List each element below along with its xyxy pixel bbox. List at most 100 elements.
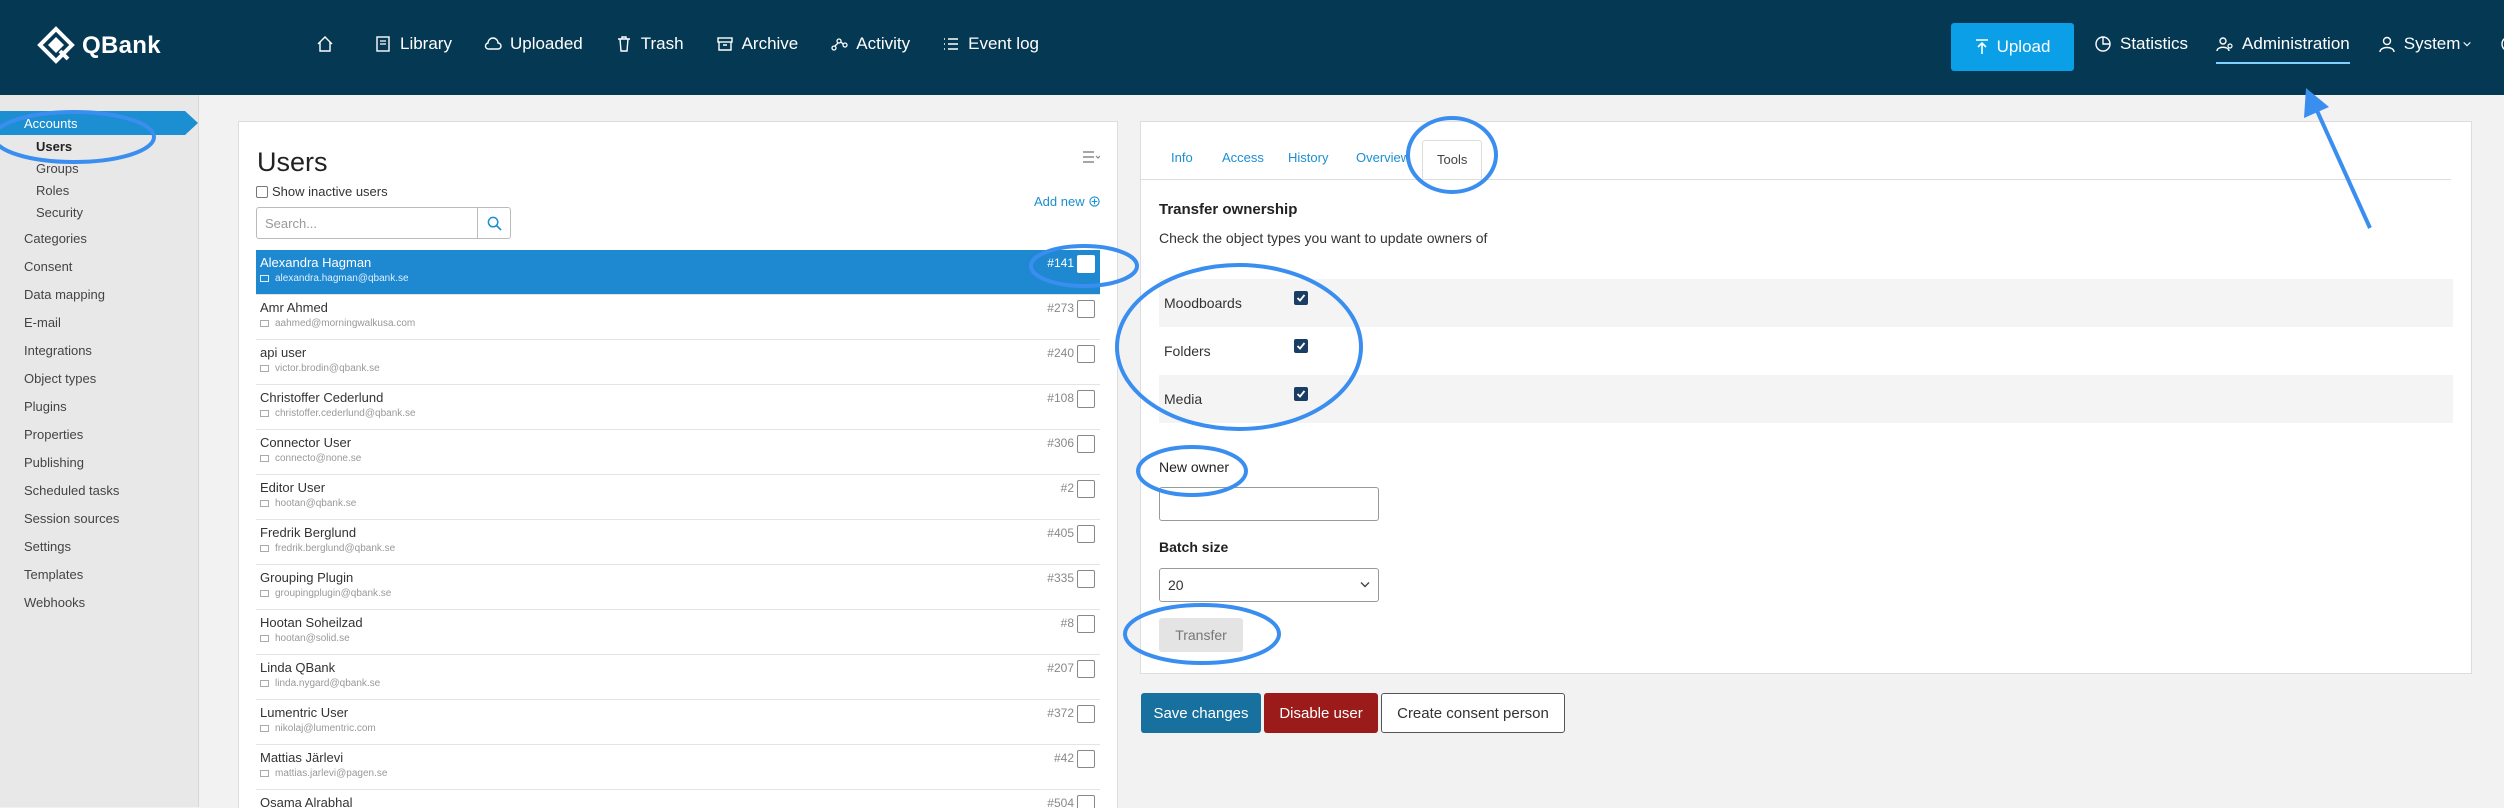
nav-administration[interactable]: Administration [2216,34,2350,64]
object-type-label: Moodboards [1164,295,1242,311]
user-id: #335 [1047,571,1074,585]
sidebar-item-consent[interactable]: Consent [24,259,72,274]
tab-overview[interactable]: Overview [1356,150,1410,165]
user-row[interactable]: Lumentric User nikolaj@lumentric.com #37… [256,700,1100,745]
user-email: fredrik.berglund@qbank.se [260,543,395,554]
transfer-button[interactable]: Transfer [1159,618,1243,652]
sidebar-item-webhooks[interactable]: Webhooks [24,595,85,610]
upload-button[interactable]: Upload [1951,23,2074,71]
show-inactive-toggle[interactable]: Show inactive users [256,184,388,199]
user-email-text: nikolaj@lumentric.com [275,723,376,734]
search-button[interactable] [478,207,511,239]
sidebar-item-session-sources[interactable]: Session sources [24,511,119,526]
help-button[interactable] [2500,35,2504,53]
tab-info[interactable]: Info [1171,150,1193,165]
user-select-checkbox[interactable] [1077,255,1095,273]
add-new-user-link[interactable]: Add new [1034,194,1100,209]
user-select-checkbox[interactable] [1077,570,1095,588]
chevron-down-icon [2463,41,2472,47]
folders-checkbox[interactable] [1294,339,1308,353]
sidebar-item-settings[interactable]: Settings [24,539,71,554]
user-select-checkbox[interactable] [1077,750,1095,768]
sort-menu-icon[interactable] [1082,150,1100,164]
tab-tools[interactable]: Tools [1422,140,1483,179]
user-select-checkbox[interactable] [1077,795,1095,808]
user-name: Connector User [260,435,352,450]
user-id: #405 [1047,526,1074,540]
user-email-text: connecto@none.se [275,453,362,464]
tab-history[interactable]: History [1288,150,1328,165]
nav-library-label: Library [400,34,452,53]
sidebar-item-accounts[interactable]: Accounts [0,111,198,135]
sidebar-subitem-security[interactable]: Security [36,205,83,220]
user-select-checkbox[interactable] [1077,345,1095,363]
user-row[interactable]: Editor User hootan@qbank.se #2 [256,475,1100,520]
nav-statistics[interactable]: Statistics [2094,34,2188,54]
user-row[interactable]: Osama Alrabhal #504 [256,790,1100,808]
nav-event-log[interactable]: Event log [942,34,1039,54]
user-row[interactable]: Connector User connecto@none.se #306 [256,430,1100,475]
user-select-checkbox[interactable] [1077,390,1095,408]
sidebar-item-properties[interactable]: Properties [24,427,83,442]
user-row[interactable]: Hootan Soheilzad hootan@solid.se #8 [256,610,1100,655]
user-row[interactable]: Christoffer Cederlund christoffer.cederl… [256,385,1100,430]
user-detail-panel: Info Access History Overview Tools Trans… [1140,121,2472,674]
sidebar-item-plugins[interactable]: Plugins [24,399,67,414]
upload-label: Upload [1996,37,2051,56]
sidebar-item-categories[interactable]: Categories [24,231,87,246]
sidebar-item-scheduled-tasks[interactable]: Scheduled tasks [24,483,119,498]
user-row[interactable]: Fredrik Berglund fredrik.berglund@qbank.… [256,520,1100,565]
user-select-checkbox[interactable] [1077,660,1095,678]
users-panel: Users Show inactive users Add new Alexan… [238,121,1118,808]
tab-access[interactable]: Access [1222,150,1264,165]
add-new-label: Add new [1034,194,1085,209]
logo[interactable]: QBank [36,26,161,66]
sidebar-item-email[interactable]: E-mail [24,315,61,330]
user-row[interactable]: Amr Ahmed aahmed@morningwalkusa.com #273 [256,295,1100,340]
nav-statistics-label: Statistics [2120,34,2189,53]
nav-library[interactable]: Library [374,34,452,54]
detail-tabs: Info Access History Overview Tools [1141,140,2451,180]
sidebar-subitem-users[interactable]: Users [36,139,72,154]
batch-size-label: Batch size [1159,539,1229,555]
user-select-checkbox[interactable] [1077,615,1095,633]
user-select-checkbox[interactable] [1077,480,1095,498]
nav-trash[interactable]: Trash [615,34,684,54]
user-row[interactable]: Linda QBank linda.nygard@qbank.se #207 [256,655,1100,700]
sidebar-item-object-types[interactable]: Object types [24,371,96,386]
show-inactive-checkbox[interactable] [256,185,268,198]
user-select-checkbox[interactable] [1077,525,1095,543]
new-owner-input[interactable] [1159,487,1379,521]
sidebar-subitem-groups[interactable]: Groups [36,161,79,176]
user-row[interactable]: Alexandra Hagman alexandra.hagman@qbank.… [256,250,1100,295]
top-navigation-bar: QBank Library Uploaded Trash Archive Act… [0,0,2504,95]
sidebar-item-templates[interactable]: Templates [24,567,83,582]
media-checkbox[interactable] [1294,387,1308,401]
nav-archive[interactable]: Archive [716,34,798,54]
user-id: #42 [1053,751,1074,765]
mail-icon [260,545,269,552]
user-select-checkbox[interactable] [1077,435,1095,453]
batch-size-select[interactable]: 20 [1159,568,1379,602]
user-row[interactable]: Mattias Järlevi mattias.jarlevi@pagen.se… [256,745,1100,790]
nav-uploaded[interactable]: Uploaded [484,34,583,54]
nav-system[interactable]: System [2378,34,2473,54]
save-changes-button[interactable]: Save changes [1141,693,1261,733]
sidebar-item-integrations[interactable]: Integrations [24,343,92,358]
user-select-checkbox[interactable] [1077,705,1095,723]
user-row[interactable]: Grouping Plugin groupingplugin@qbank.se … [256,565,1100,610]
disable-user-button[interactable]: Disable user [1264,693,1378,733]
user-row[interactable]: api user victor.brodin@qbank.se #240 [256,340,1100,385]
sidebar-subitem-roles[interactable]: Roles [36,183,69,198]
user-search-input[interactable] [256,207,478,239]
create-consent-person-button[interactable]: Create consent person [1381,693,1565,733]
sidebar-item-data-mapping[interactable]: Data mapping [24,287,105,302]
moodboards-checkbox[interactable] [1294,291,1308,305]
sidebar-item-publishing[interactable]: Publishing [24,455,84,470]
user-email-text: victor.brodin@qbank.se [275,363,380,374]
new-owner-label: New owner [1159,459,1230,475]
transfer-ownership-description: Check the object types you want to updat… [1159,230,1488,246]
nav-home[interactable] [316,35,342,53]
user-select-checkbox[interactable] [1077,300,1095,318]
nav-activity[interactable]: Activity [830,34,910,54]
